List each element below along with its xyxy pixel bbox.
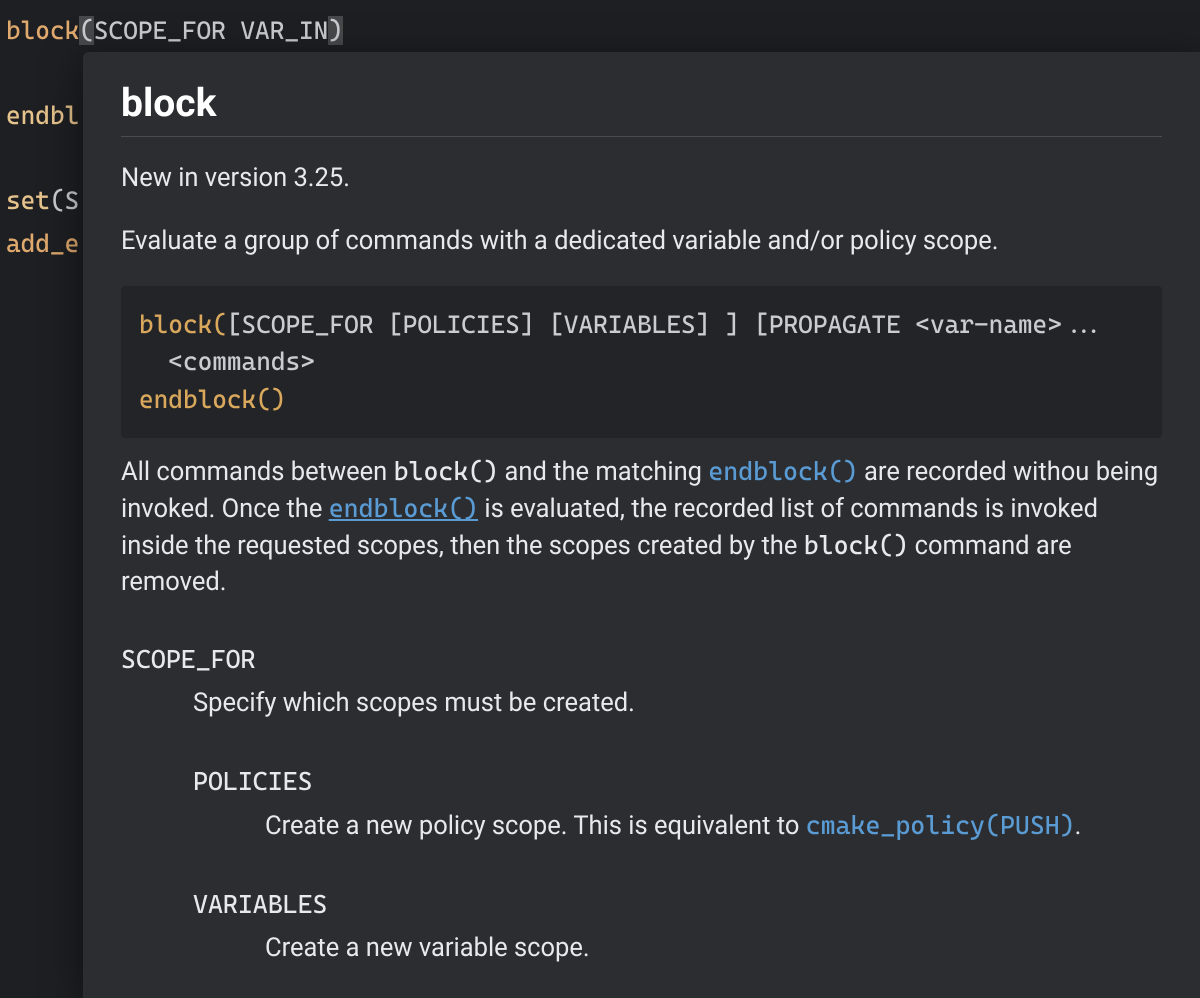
cmd-endblock: endbl	[6, 101, 79, 130]
endblock-link[interactable]: endblock()	[708, 456, 857, 486]
def-term-policies: POLICIES	[193, 766, 1162, 796]
documentation-tooltip: block New in version 3.25. Evaluate a gr…	[83, 52, 1200, 998]
code-args: SCOPE_FOR VAR_IN	[94, 16, 328, 45]
endblock-link-2[interactable]: endblock()	[329, 493, 478, 523]
doc-summary: Evaluate a group of commands with a dedi…	[121, 223, 1162, 260]
def-term-scopefor: SCOPE_FOR	[121, 644, 1162, 674]
cmake-policy-link[interactable]: cmake_policy(PUSH)	[806, 810, 1075, 840]
cmd-add: add_e	[6, 229, 79, 258]
syntax-commands: <commands>	[139, 347, 315, 376]
def-desc-policies: Create a new policy scope. This is equiv…	[193, 808, 1162, 845]
syntax-args: [SCOPE_FOR [POLICIES] [VARIABLES] ] [PRO…	[227, 310, 1106, 339]
def-desc-scopefor: Specify which scopes must be created.	[121, 686, 1162, 722]
doc-paragraph: All commands between block() and the mat…	[121, 454, 1162, 600]
cmd-block: block	[6, 16, 79, 45]
syntax-endblock: endblock()	[139, 385, 285, 414]
cmd-set: set	[6, 186, 50, 215]
code-line-1[interactable]: block(SCOPE_FOR VAR_IN)	[0, 10, 1200, 53]
close-paren: )	[328, 16, 343, 45]
syntax-codeblock: block([SCOPE_FOR [POLICIES] [VARIABLES] …	[121, 286, 1162, 439]
def-desc-variables: Create a new variable scope.	[193, 931, 1162, 967]
doc-version: New in version 3.25.	[121, 163, 1162, 193]
open-paren: (	[79, 16, 94, 45]
open-paren-2: (	[50, 186, 65, 215]
syntax-kw: block(	[139, 310, 227, 339]
code-arg-s: S	[65, 186, 80, 215]
def-term-variables: VARIABLES	[193, 889, 1162, 919]
doc-title: block	[121, 80, 1162, 137]
